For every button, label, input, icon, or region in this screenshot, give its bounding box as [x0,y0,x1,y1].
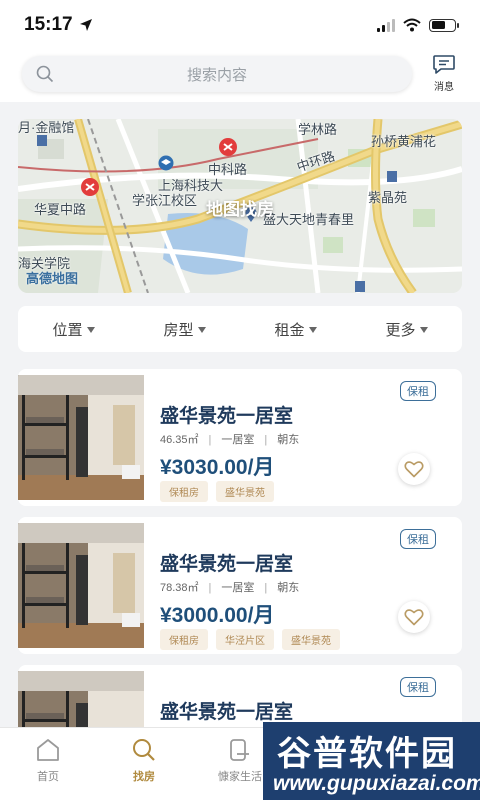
filter-bar: 位置 房型 租金 更多 [18,306,462,352]
status-bar: 15:17 [0,0,480,50]
heart-icon [404,609,424,626]
caret-down-icon [419,326,428,333]
favorite-button[interactable] [398,453,430,485]
listing-card[interactable]: 盛华景苑一居室 46.35㎡ | 一居室 | 朝东 ¥3030.00/月 保租房 盛华景… [18,369,462,506]
metro-station-icon [219,138,237,156]
rent-badge: 保租 [400,677,436,697]
listing-title: 盛华景苑一居室 [160,702,294,723]
caret-down-icon [197,326,206,333]
home-icon [37,739,59,761]
listing-tag: 盛华景苑 [282,629,340,650]
map-label: 孙桥黄浦花 [371,134,437,149]
listing-tag: 华泾片区 [216,629,274,650]
search-icon [36,65,54,83]
listing-price: ¥3000.00/月 [160,604,275,627]
listing-title: 盛华景苑一居室 [160,406,294,427]
messages-label: 消息 [434,82,454,93]
listing-tag: 保租房 [160,481,208,502]
rent-badge: 保租 [400,529,436,549]
map-title: 地图找房 [206,200,274,219]
status-time: 15:17 [24,14,93,36]
listing-tag: 盛华景苑 [216,481,274,502]
tab-home[interactable]: 首页 [0,728,96,800]
poi-building-icon [355,281,365,292]
filter-more[interactable]: 更多 [351,319,462,340]
favorite-button[interactable] [398,601,430,633]
search-placeholder: 搜索内容 [186,66,247,84]
caret-down-icon [86,326,95,333]
messages-button[interactable]: 消息 [426,54,462,98]
metro-station-icon [81,178,99,196]
watermark-url: www.gupuxiazai.com [273,772,480,795]
filter-location[interactable]: 位置 [18,319,129,340]
tab-find-house[interactable]: 找房 [96,728,192,800]
life-icon [230,739,249,761]
caret-down-icon [308,326,317,333]
listing-tags: 保租房 盛华景苑 [160,481,274,502]
listing-tags: 保租房 华泾片区 盛华景苑 [160,629,340,650]
school-icon [158,155,174,171]
listing-meta: 46.35㎡ | 一居室 | 朝东 [160,434,300,446]
watermark-title: 谷普软件园 [277,735,457,773]
heart-icon [404,461,424,478]
map-label: 学林路 [298,122,338,137]
wifi-icon [403,18,421,32]
location-arrow-icon [79,19,92,31]
map-label: 月·金融馆 [18,120,75,135]
battery-icon [429,18,459,32]
listing-card[interactable]: 盛华景苑一居室 78.38㎡ | 一居室 | 朝东 ¥3000.00/月 保租房 华泾片… [18,517,462,654]
search-input[interactable]: 搜索内容 [22,56,412,92]
filter-rent[interactable]: 租金 [240,319,351,340]
map-find-house[interactable]: 月·金融馆 学林路 孙桥黄浦花 中科路 中环路 上海科技大 学张江校区 华夏中路… [18,119,462,293]
map-attribution: 高德地图 [26,271,79,286]
message-icon [433,55,455,74]
filter-layout[interactable]: 房型 [129,319,240,340]
rent-badge: 保租 [400,381,436,401]
header: 搜索内容 消息 [0,50,480,102]
listing-title: 盛华景苑一居室 [160,554,294,575]
status-indicators [377,18,459,32]
listing-tag: 保租房 [160,629,208,650]
listing-price: ¥3030.00/月 [160,456,275,479]
listing-photo [18,375,144,500]
listing-photo [18,523,144,648]
search-icon [133,739,155,761]
cellular-signal-icon [377,18,395,32]
watermark: 谷普软件园 www.gupuxiazai.com [263,722,480,800]
poi-building-icon [387,171,397,182]
listing-meta: 78.38㎡ | 一居室 | 朝东 [160,582,300,594]
